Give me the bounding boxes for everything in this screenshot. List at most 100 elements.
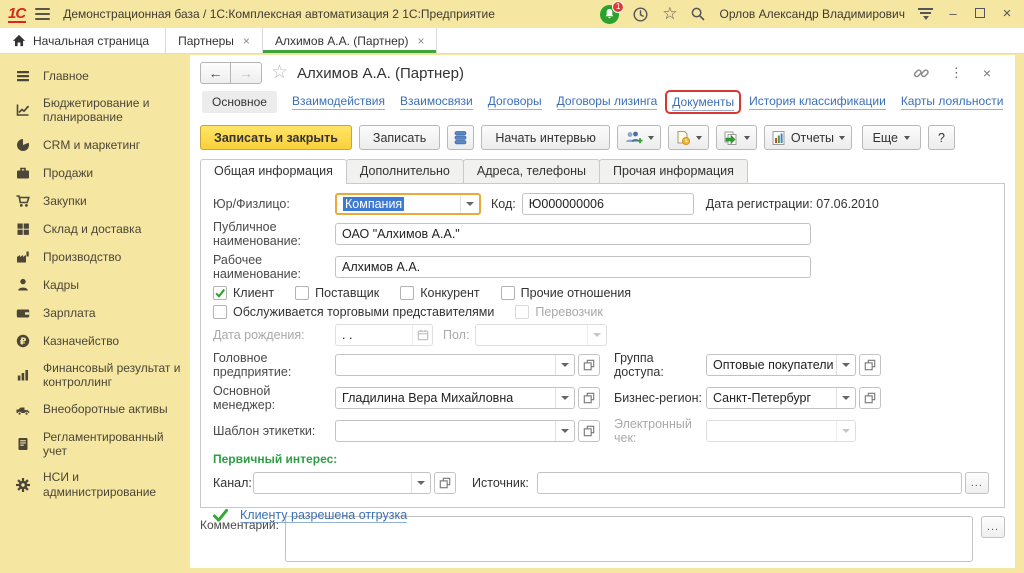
favorites-star-icon[interactable]: ☆: [662, 5, 677, 23]
close-form-icon[interactable]: ×: [983, 65, 991, 81]
dropdown-arrow-icon[interactable]: [555, 421, 574, 441]
checkbox-icon[interactable]: [400, 286, 414, 300]
sidebar-item-warehouse[interactable]: Склад и доставка: [0, 215, 190, 243]
nav-link-classification-history[interactable]: История классификации: [749, 94, 886, 110]
client-checkbox-label: Клиент: [233, 286, 274, 300]
sales-reps-checkbox-pair[interactable]: Обслуживается торговыми представителями: [213, 305, 494, 319]
open-item-button[interactable]: [578, 387, 600, 409]
sidebar-item-treasury[interactable]: ₽ Казначейство: [0, 327, 190, 355]
save-button[interactable]: Записать: [359, 125, 440, 150]
nav-link-loyalty-cards[interactable]: Карты лояльности: [901, 94, 1004, 110]
warehouse-grid-icon: [15, 221, 32, 237]
open-item-button[interactable]: [578, 420, 600, 442]
current-user-name[interactable]: Орлов Александр Владимирович: [719, 7, 905, 21]
tab-partners[interactable]: Партнеры ×: [166, 28, 263, 53]
nav-link-interactions[interactable]: Взаимодействия: [292, 94, 385, 110]
tasks-reminder-button[interactable]: [668, 125, 709, 150]
get-link-icon[interactable]: [913, 65, 930, 82]
client-checkbox-pair[interactable]: Клиент: [213, 286, 274, 300]
sidebar-item-main[interactable]: Главное: [0, 62, 190, 90]
tools-menu-icon[interactable]: [918, 8, 933, 20]
carrier-checkbox-label: Перевозчик: [535, 305, 602, 319]
open-item-button[interactable]: [859, 387, 881, 409]
tab-close-icon[interactable]: ×: [417, 34, 424, 48]
save-and-close-button[interactable]: Записать и закрыть: [200, 125, 352, 150]
search-icon[interactable]: [690, 6, 706, 22]
nav-link-main[interactable]: Основное: [202, 91, 277, 113]
dropdown-arrow-icon[interactable]: [555, 355, 574, 375]
sidebar-item-crm[interactable]: CRM и маркетинг: [0, 131, 190, 159]
checkbox-icon[interactable]: [501, 286, 515, 300]
sidebar-item-purchases[interactable]: Закупки: [0, 187, 190, 215]
history-icon[interactable]: [632, 6, 649, 23]
source-choose-button[interactable]: ...: [965, 472, 989, 494]
sidebar-item-noncurrent-assets[interactable]: Внеоборотные активы: [0, 396, 190, 424]
dropdown-arrow-icon[interactable]: [836, 388, 855, 408]
start-interview-button[interactable]: Начать интервью: [481, 125, 610, 150]
reports-button[interactable]: Отчеты: [764, 125, 852, 150]
tab-home[interactable]: Начальная страница: [0, 28, 166, 53]
dropdown-arrow-icon[interactable]: [555, 388, 574, 408]
forward-button[interactable]: →: [231, 62, 262, 84]
public-name-input[interactable]: ОАО "Алхимов А.А.": [335, 223, 811, 245]
open-item-button[interactable]: [859, 354, 881, 376]
sidebar-item-production[interactable]: Производство: [0, 243, 190, 271]
manager-combobox[interactable]: Гладилина Вера Михайловна: [335, 387, 575, 409]
other-relations-checkbox-pair[interactable]: Прочие отношения: [501, 286, 631, 300]
legal-type-label: Юр/Физлицо:: [213, 197, 335, 211]
dropdown-arrow-icon[interactable]: [460, 195, 479, 213]
supplier-checkbox-pair[interactable]: Поставщик: [295, 286, 379, 300]
nav-link-relations[interactable]: Взаимосвязи: [400, 94, 473, 110]
work-name-input[interactable]: Алхимов А.А.: [335, 256, 811, 278]
tab-other-info[interactable]: Прочая информация: [599, 159, 748, 183]
notifications-bell-icon[interactable]: 1: [600, 5, 619, 24]
nav-link-leasing-contracts[interactable]: Договоры лизинга: [557, 94, 658, 110]
help-button[interactable]: ?: [928, 125, 955, 150]
close-window-icon[interactable]: ×: [1000, 7, 1014, 21]
create-based-on-button[interactable]: [716, 125, 757, 150]
dropdown-arrow-icon[interactable]: [411, 473, 430, 493]
checkbox-icon[interactable]: [295, 286, 309, 300]
minimize-icon[interactable]: –: [946, 7, 960, 21]
tab-additional[interactable]: Дополнительно: [346, 159, 464, 183]
tab-close-icon[interactable]: ×: [243, 34, 250, 48]
more-button[interactable]: Еще: [862, 125, 921, 150]
tab-addresses-phones[interactable]: Адреса, телефоны: [463, 159, 600, 183]
sidebar-item-sales[interactable]: Продажи: [0, 159, 190, 187]
legal-type-combobox[interactable]: Компания: [335, 193, 481, 215]
open-item-button[interactable]: [578, 354, 600, 376]
competitor-checkbox-pair[interactable]: Конкурент: [400, 286, 479, 300]
dropdown-arrow-icon[interactable]: [836, 355, 855, 375]
head-company-combobox[interactable]: [335, 354, 575, 376]
sidebar-item-hr[interactable]: Кадры: [0, 271, 190, 299]
row-public-name: Публичное наименование: ОАО "Алхимов А.А…: [213, 220, 994, 248]
show-in-list-button[interactable]: [447, 125, 474, 150]
region-combobox[interactable]: Санкт-Петербург: [706, 387, 856, 409]
sidebar-item-nsi-administration[interactable]: НСИ и администрирование: [0, 464, 190, 505]
checkbox-icon[interactable]: [213, 305, 227, 319]
main-menu-icon[interactable]: [35, 8, 50, 20]
checkbox-checked-icon[interactable]: [213, 286, 227, 300]
access-group-combobox[interactable]: Оптовые покупатели: [706, 354, 856, 376]
back-button[interactable]: ←: [200, 62, 231, 84]
sidebar-item-regulated-accounting[interactable]: Регламентированный учет: [0, 424, 190, 465]
maximize-icon[interactable]: [973, 7, 987, 21]
sidebar-item-payroll[interactable]: Зарплата: [0, 299, 190, 327]
code-value: Ю000000006: [523, 197, 693, 211]
sidebar-item-budgeting[interactable]: Бюджетирование и планирование: [0, 90, 190, 131]
label-template-combobox[interactable]: [335, 420, 575, 442]
assign-responsible-button[interactable]: [617, 125, 661, 150]
tab-general-info[interactable]: Общая информация: [200, 159, 347, 183]
shipment-allowed-link[interactable]: Клиенту разрешена отгрузка: [240, 508, 407, 523]
nav-link-contracts[interactable]: Договоры: [488, 94, 542, 110]
more-actions-icon[interactable]: ⋮: [950, 65, 963, 81]
channel-combobox[interactable]: [253, 472, 431, 494]
tab-partner-alhimov[interactable]: Алхимов А.А. (Партнер) ×: [263, 28, 438, 53]
sidebar-item-finresult[interactable]: Финансовый результат и контроллинг: [0, 355, 190, 396]
favorite-star-icon[interactable]: ☆: [271, 64, 288, 82]
access-group-value: Оптовые покупатели: [707, 358, 836, 372]
nav-link-documents[interactable]: Документы: [672, 95, 734, 111]
source-input[interactable]: [537, 472, 962, 494]
open-item-button[interactable]: [434, 472, 456, 494]
code-field[interactable]: Ю000000006: [522, 193, 694, 215]
